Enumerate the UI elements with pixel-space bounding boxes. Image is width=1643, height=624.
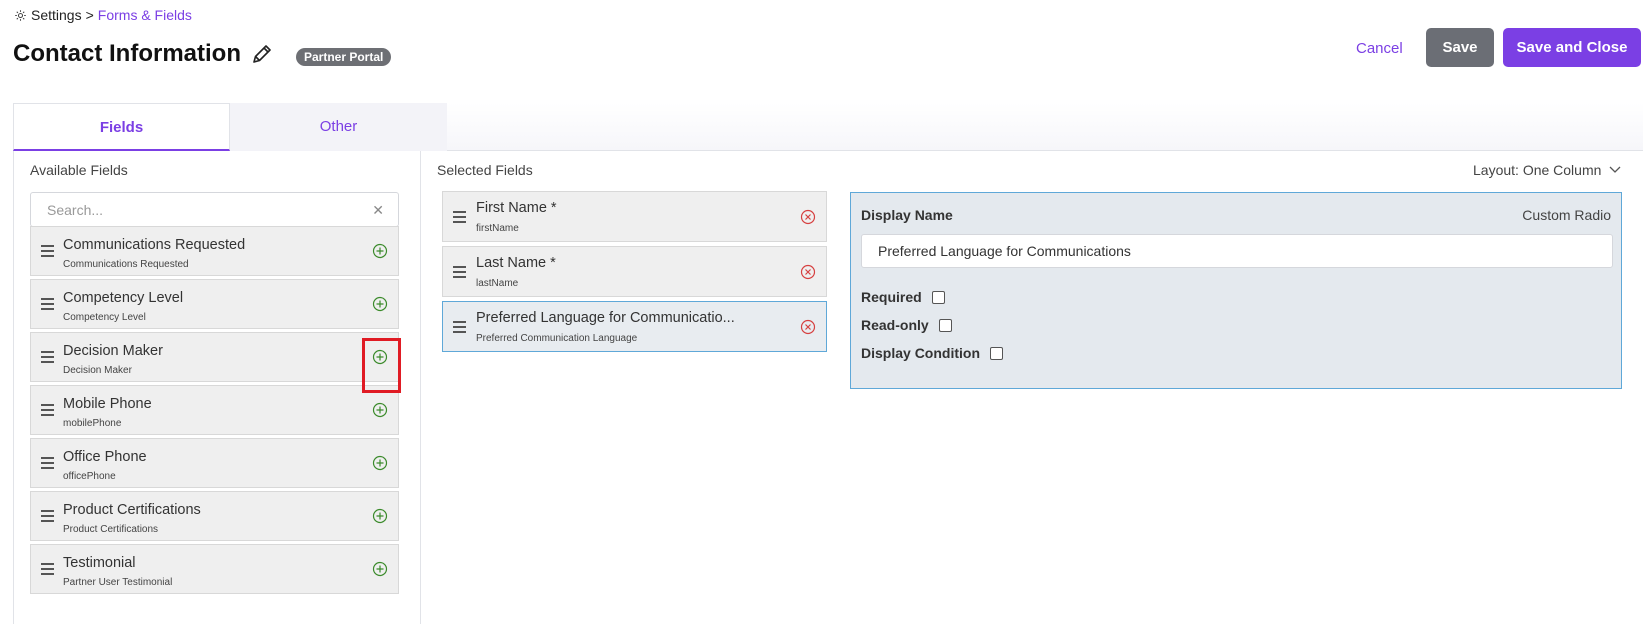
field-api-name: mobilePhone: [63, 418, 122, 429]
drag-handle-icon[interactable]: [41, 510, 54, 525]
list-item[interactable]: Mobile Phone mobilePhone: [30, 385, 399, 435]
list-item[interactable]: Office Phone officePhone: [30, 438, 399, 488]
drag-handle-icon[interactable]: [41, 563, 54, 578]
field-api-name: lastName: [476, 278, 519, 289]
save-and-close-button[interactable]: Save and Close: [1503, 28, 1641, 67]
tab-bar: Fields Other: [13, 103, 1643, 151]
layout-select-value: Layout: One Column: [1473, 162, 1602, 178]
gear-icon: [15, 9, 26, 21]
drag-handle-icon[interactable]: [41, 404, 54, 419]
drag-handle-icon[interactable]: [453, 321, 466, 336]
page-title: Contact Information: [13, 40, 275, 68]
field-name: Decision Maker: [63, 343, 163, 359]
field-api-name: Communications Requested: [63, 259, 189, 270]
field-api-name: Decision Maker: [63, 365, 132, 376]
field-name: Last Name *: [476, 255, 556, 271]
required-checkbox[interactable]: [931, 290, 945, 304]
list-item[interactable]: Communications Requested Communications R…: [30, 226, 399, 276]
field-api-name: firstName: [476, 223, 519, 234]
highlight-box: [362, 338, 401, 393]
add-field-icon[interactable]: [372, 508, 388, 524]
add-field-icon[interactable]: [372, 455, 388, 471]
list-item[interactable]: Product Certifications Product Certificat…: [30, 491, 399, 541]
field-api-name: Competency Level: [63, 312, 146, 323]
field-name: Preferred Language for Communicatio...: [476, 310, 735, 326]
field-name: Product Certifications: [63, 502, 201, 518]
breadcrumb: Settings > Forms & Fields: [14, 7, 192, 23]
selected-fields-title: Selected Fields: [437, 162, 533, 178]
status-badge: Partner Portal: [296, 48, 392, 66]
breadcrumb-current[interactable]: Forms & Fields: [98, 7, 192, 23]
field-name: Communications Requested: [63, 237, 246, 253]
required-row: Required: [861, 289, 945, 305]
field-name: Testimonial: [63, 555, 136, 571]
clear-search-icon[interactable]: ✕: [372, 202, 384, 219]
display-name-label: Display Name: [861, 207, 953, 223]
tab-other[interactable]: Other: [230, 103, 447, 151]
available-fields-title: Available Fields: [30, 162, 128, 178]
search-box: ✕: [30, 192, 399, 227]
readonly-checkbox[interactable]: [938, 318, 952, 332]
selected-field-item[interactable]: Last Name * lastName: [442, 246, 827, 297]
pencil-icon[interactable]: [249, 41, 275, 67]
remove-field-icon[interactable]: [800, 264, 816, 280]
list-item[interactable]: Decision Maker Decision Maker: [30, 332, 399, 382]
add-field-icon[interactable]: [372, 243, 388, 259]
readonly-label: Read-only: [861, 317, 929, 333]
save-button[interactable]: Save: [1426, 28, 1494, 67]
field-name: Mobile Phone: [63, 396, 152, 412]
drag-handle-icon[interactable]: [453, 266, 466, 281]
drag-handle-icon[interactable]: [41, 245, 54, 260]
selected-field-item[interactable]: First Name * firstName: [442, 191, 827, 242]
selected-field-item[interactable]: Preferred Language for Communicatio... Pr…: [442, 301, 827, 352]
display-condition-row: Display Condition: [861, 345, 1003, 361]
readonly-row: Read-only: [861, 317, 952, 333]
add-field-icon[interactable]: [372, 402, 388, 418]
add-field-icon[interactable]: [372, 561, 388, 577]
add-field-icon[interactable]: [372, 296, 388, 312]
remove-field-icon[interactable]: [800, 209, 816, 225]
chevron-down-icon: [1609, 166, 1621, 173]
list-item[interactable]: Testimonial Partner User Testimonial: [30, 544, 399, 594]
cancel-button[interactable]: Cancel: [1342, 30, 1417, 68]
field-api-name: Partner User Testimonial: [63, 577, 173, 588]
field-detail-panel: Display Name Custom Radio Preferred Lang…: [850, 192, 1622, 389]
field-name: First Name *: [476, 200, 557, 216]
breadcrumb-root[interactable]: Settings: [31, 7, 82, 23]
field-api-name: officePhone: [63, 471, 116, 482]
search-input[interactable]: [31, 193, 351, 226]
required-label: Required: [861, 289, 922, 305]
remove-field-icon[interactable]: [800, 319, 816, 335]
display-condition-label: Display Condition: [861, 345, 980, 361]
layout-select[interactable]: Layout: One Column: [1473, 162, 1621, 178]
drag-handle-icon[interactable]: [41, 298, 54, 313]
field-name: Office Phone: [63, 449, 147, 465]
field-name: Competency Level: [63, 290, 184, 306]
drag-handle-icon[interactable]: [41, 351, 54, 366]
drag-handle-icon[interactable]: [453, 211, 466, 226]
page-title-text: Contact Information: [13, 40, 241, 67]
field-api-name: Product Certifications: [63, 524, 159, 535]
drag-handle-icon[interactable]: [41, 457, 54, 472]
field-type-label: Custom Radio: [1522, 207, 1611, 223]
display-condition-checkbox[interactable]: [990, 346, 1003, 360]
field-api-name: Preferred Communication Language: [476, 333, 638, 344]
breadcrumb-separator: >: [85, 7, 94, 23]
list-item[interactable]: Competency Level Competency Level: [30, 279, 399, 329]
display-name-input[interactable]: Preferred Language for Communications: [861, 234, 1613, 268]
tab-fields[interactable]: Fields: [13, 103, 230, 151]
